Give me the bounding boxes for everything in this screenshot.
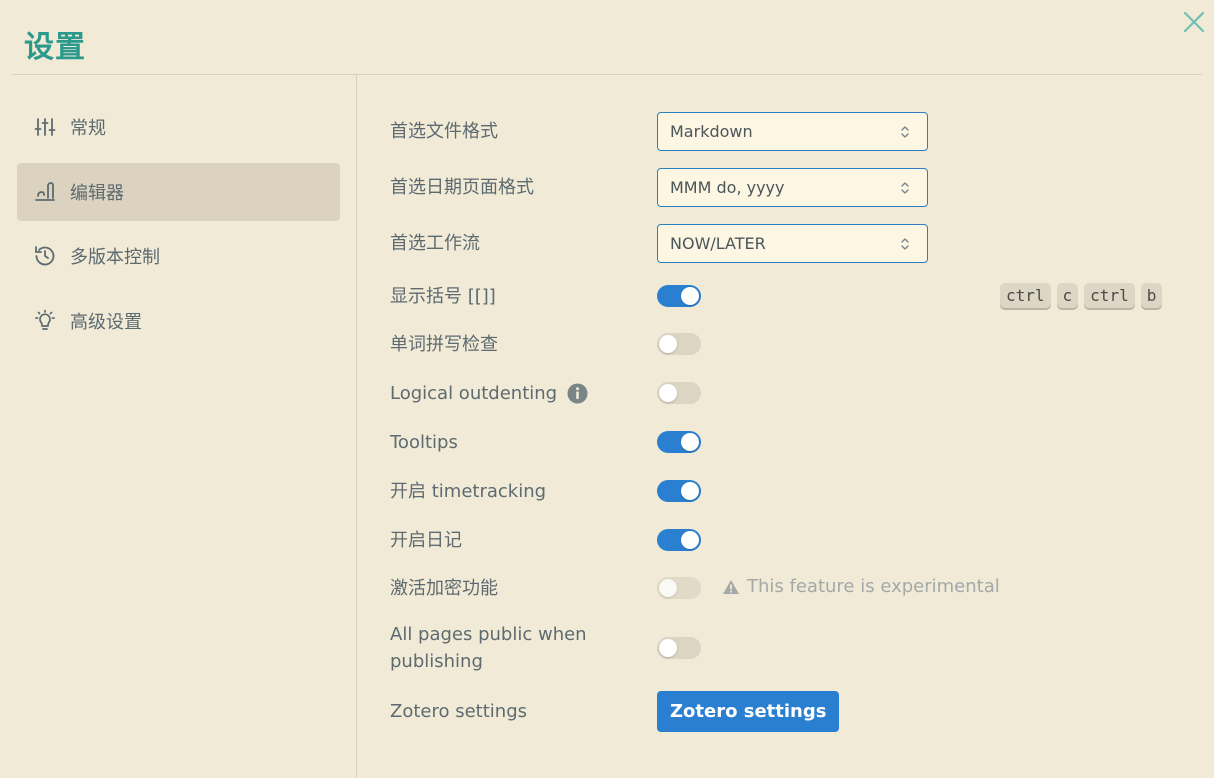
- setting-label: 显示括号 [[]]: [390, 285, 496, 307]
- sidebar-item-label: 高级设置: [70, 311, 142, 333]
- toggle-knob: [681, 287, 699, 305]
- info-icon[interactable]: [567, 383, 588, 404]
- sidebar: 常规 编辑器 多版本控制 高级设置: [17, 98, 340, 356]
- toggle-knob: [659, 384, 677, 402]
- setting-label: 首选文件格式: [390, 120, 498, 142]
- tooltips-toggle[interactable]: [657, 431, 701, 453]
- history-icon: [33, 244, 57, 268]
- toggle-knob: [681, 433, 699, 451]
- shortcut-key: c: [1056, 283, 1079, 308]
- setting-journal: 开启日记: [390, 526, 1214, 554]
- sidebar-item-general[interactable]: 常规: [17, 98, 340, 156]
- editor-settings-panel: 首选文件格式 Markdown 首选日期页面格式 MMM do, yyyy 首选…: [390, 0, 1214, 778]
- setting-file-format: 首选文件格式 Markdown: [390, 111, 1214, 151]
- lightbulb-icon: [33, 309, 57, 333]
- timetracking-toggle[interactable]: [657, 480, 701, 502]
- brackets-toggle[interactable]: [657, 285, 701, 307]
- setting-label: Zotero settings: [390, 701, 527, 722]
- page-title: 设置: [24, 30, 86, 65]
- date-format-select[interactable]: MMM do, yyyy: [657, 167, 928, 207]
- journal-toggle[interactable]: [657, 529, 701, 551]
- select-value: NOW/LATER: [670, 233, 766, 253]
- workflow-select[interactable]: NOW/LATER: [657, 223, 928, 263]
- experimental-warning: This feature is experimental: [722, 576, 1000, 597]
- warning-text: This feature is experimental: [747, 576, 1000, 597]
- select-value: MMM do, yyyy: [670, 177, 785, 197]
- setting-brackets: 显示括号 [[]] ctrl c ctrl b: [390, 282, 1214, 310]
- setting-label: Logical outdenting: [390, 382, 558, 404]
- setting-public-pages: All pages public when publishing: [390, 620, 1214, 676]
- sidebar-divider: [356, 75, 357, 778]
- select-value: Markdown: [670, 121, 753, 141]
- toggle-knob: [659, 335, 677, 353]
- file-format-select[interactable]: Markdown: [657, 111, 928, 151]
- spell-check-toggle[interactable]: [657, 333, 701, 355]
- setting-label: Tooltips: [390, 431, 458, 453]
- sidebar-item-label: 多版本控制: [70, 247, 160, 268]
- setting-label: publishing: [390, 651, 483, 672]
- setting-logical-outdenting: Logical outdenting: [390, 379, 1214, 407]
- setting-label-wrapper: All pages public when publishing: [390, 621, 657, 675]
- setting-label: 激活加密功能: [390, 577, 498, 599]
- chevron-updown-icon: [901, 237, 909, 250]
- chevron-updown-icon: [901, 181, 909, 194]
- setting-zotero: Zotero settings Zotero settings: [390, 691, 1214, 732]
- sidebar-item-editor[interactable]: 编辑器: [17, 162, 340, 221]
- setting-date-format: 首选日期页面格式 MMM do, yyyy: [390, 167, 1214, 207]
- toggle-knob: [681, 482, 699, 500]
- public-pages-toggle[interactable]: [657, 637, 701, 659]
- setting-label: 开启 timetracking: [390, 480, 547, 502]
- setting-label: 开启日记: [390, 529, 462, 551]
- setting-tooltips: Tooltips: [390, 428, 1214, 456]
- sidebar-item-version-control[interactable]: 多版本控制: [17, 227, 340, 285]
- setting-label-wrapper: Logical outdenting: [390, 380, 657, 407]
- setting-timetracking: 开启 timetracking: [390, 477, 1214, 505]
- setting-label: 首选日期页面格式: [390, 176, 534, 198]
- toggle-knob: [659, 579, 677, 597]
- sliders-icon: [33, 115, 57, 139]
- encryption-toggle[interactable]: [657, 577, 701, 599]
- shortcut-key: b: [1140, 283, 1163, 308]
- setting-label: All pages public when: [390, 624, 587, 645]
- shortcut-key: ctrl: [1084, 283, 1135, 308]
- zotero-settings-button[interactable]: Zotero settings: [657, 691, 840, 732]
- setting-workflow: 首选工作流 NOW/LATER: [390, 223, 1214, 263]
- sidebar-item-advanced[interactable]: 高级设置: [17, 292, 340, 350]
- shortcut-key: ctrl: [1000, 283, 1051, 308]
- sidebar-item-label: 编辑器: [70, 182, 124, 204]
- logical-outdenting-toggle[interactable]: [657, 382, 701, 404]
- setting-spell-check: 单词拼写检查: [390, 330, 1214, 358]
- toggle-knob: [681, 531, 699, 549]
- setting-label: 单词拼写检查: [390, 333, 498, 355]
- chevron-updown-icon: [901, 125, 909, 138]
- setting-label: 首选工作流: [390, 232, 480, 254]
- setting-encryption: 激活加密功能 This feature is experimental: [390, 574, 1214, 602]
- warning-icon: [723, 579, 739, 594]
- toggle-knob: [659, 639, 677, 657]
- sidebar-item-label: 常规: [70, 118, 106, 139]
- editor-icon: [33, 180, 57, 204]
- brackets-shortcut: ctrl c ctrl b: [1000, 283, 1163, 308]
